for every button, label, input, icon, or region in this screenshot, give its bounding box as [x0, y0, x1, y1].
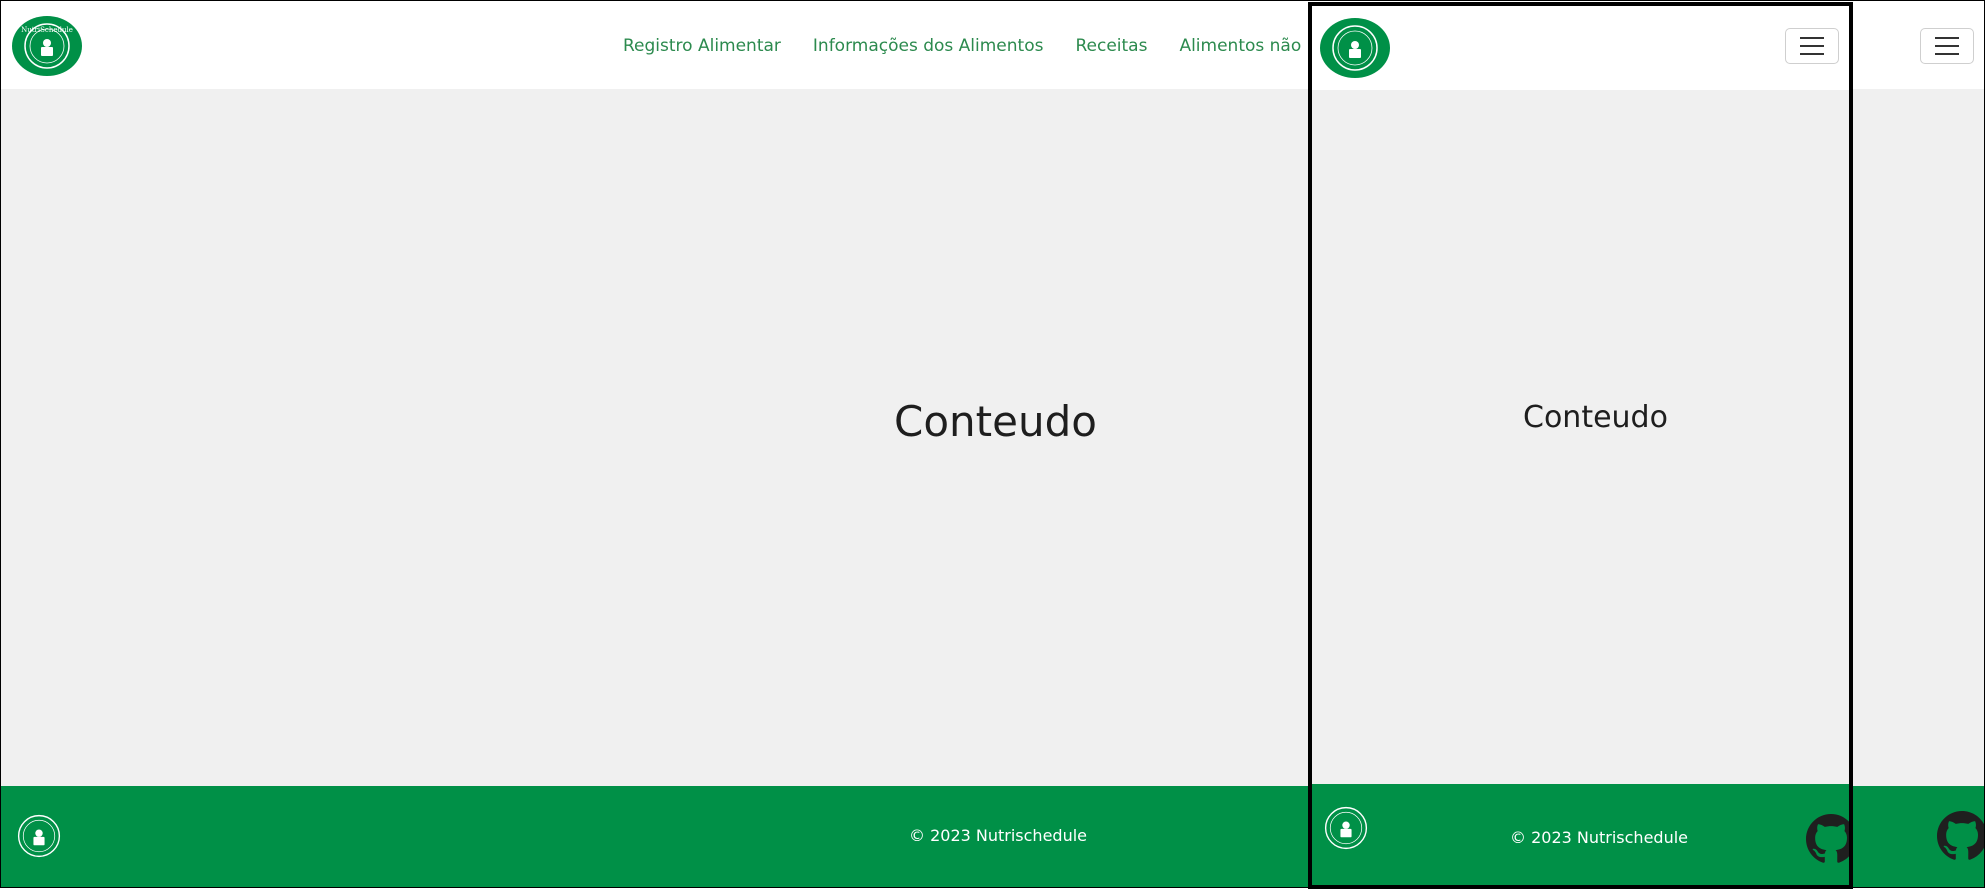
mobile-logo[interactable]: [1320, 18, 1390, 78]
logo-emblem-icon: [17, 814, 61, 858]
github-icon[interactable]: [1937, 811, 1985, 861]
nav-links: Registro Alimentar Informações dos Alime…: [623, 36, 1343, 56]
nutrischedule-logo[interactable]: NutriSchedule: [12, 16, 82, 76]
mobile-footer: © 2023 Nutrischedule: [1312, 784, 1849, 885]
logo-lettering: NutriSchedule: [21, 26, 73, 34]
nav-link-registro-alimentar[interactable]: Registro Alimentar: [623, 36, 781, 56]
hamburger-menu-icon: [1800, 37, 1824, 39]
copyright-text: © 2023 Nutrischedule: [909, 826, 1087, 845]
menu-toggle-button[interactable]: [1920, 28, 1974, 64]
nav-link-informacoes-alimentos[interactable]: Informações dos Alimentos: [813, 36, 1044, 56]
mobile-navbar: [1312, 6, 1849, 90]
logo-emblem-icon: [1332, 25, 1378, 71]
mobile-copyright-text: © 2023 Nutrischedule: [1510, 828, 1688, 847]
github-icon[interactable]: [1806, 814, 1853, 864]
mobile-content-title: Conteudo: [1523, 400, 1668, 435]
content-title: Conteudo: [894, 397, 1097, 446]
mobile-preview: Conteudo © 2023 Nutrischedule: [1308, 2, 1853, 889]
nav-link-receitas[interactable]: Receitas: [1075, 36, 1147, 56]
mobile-footer-logo[interactable]: [1317, 802, 1375, 854]
logo-emblem-icon: [1324, 806, 1368, 850]
logo-emblem-icon: NutriSchedule: [21, 23, 73, 69]
mobile-menu-toggle-button[interactable]: [1785, 28, 1839, 64]
footer-logo[interactable]: [10, 810, 68, 862]
hamburger-menu-icon: [1935, 37, 1959, 39]
